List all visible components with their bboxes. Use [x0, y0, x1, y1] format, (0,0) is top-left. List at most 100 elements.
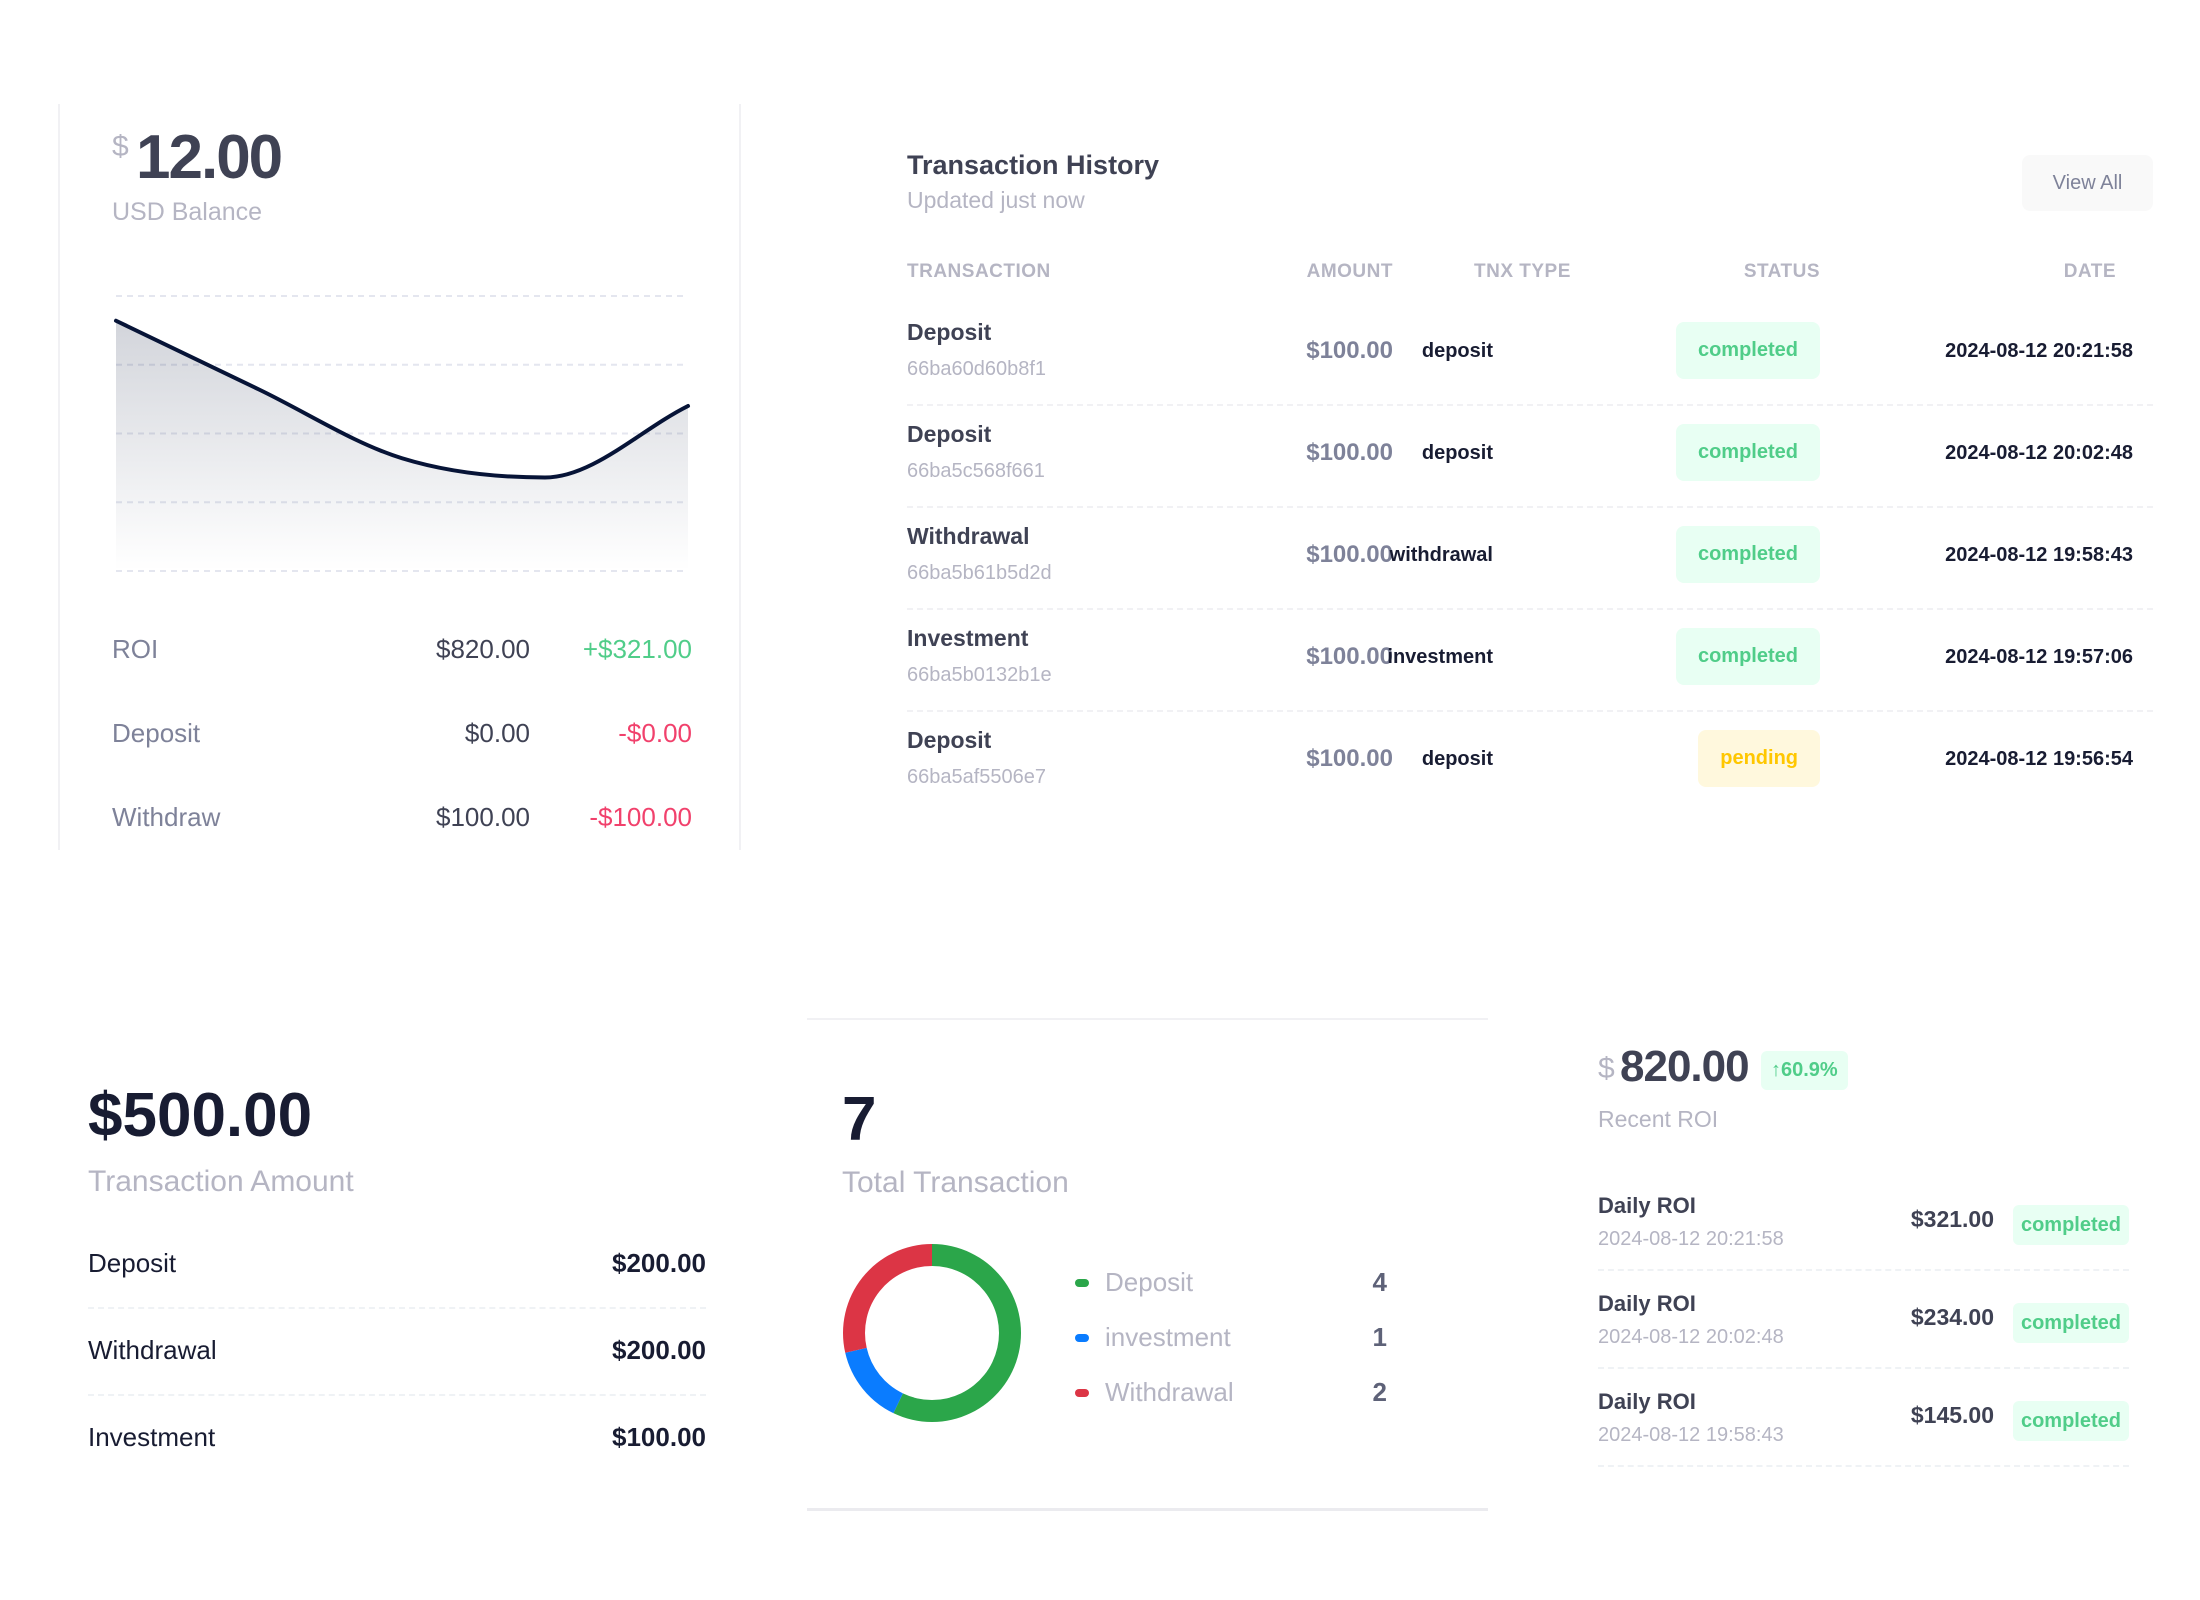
roi-amount: $234.00: [1910, 1304, 1994, 1330]
list-item-value: $200.00: [612, 1248, 706, 1278]
transaction-amount: $100.00: [1306, 439, 1393, 466]
transaction-date: 2024-08-12 19:58:43: [1945, 544, 2133, 566]
donut-slice-investment: [845, 1347, 903, 1414]
arrow-up-icon: ↑: [1771, 1059, 1781, 1081]
list-item-label: Investment: [88, 1422, 216, 1452]
column-header-tnx-type: TNX TYPE: [1474, 261, 1571, 282]
transaction-donut-chart: [843, 1244, 1021, 1422]
status-badge: completed: [2012, 1303, 2129, 1343]
column-header-amount: AMOUNT: [1306, 261, 1393, 282]
roi-title: Daily ROI: [1598, 1193, 1696, 1218]
table-row[interactable]: Deposit 66ba60d60b8f1 $100.00 deposit co…: [907, 304, 2153, 406]
donut-slice-withdrawal: [843, 1244, 932, 1353]
balance-label: USD Balance: [112, 198, 263, 226]
legend-label: Withdrawal: [1105, 1377, 1234, 1407]
roi-date: 2024-08-12 20:02:48: [1598, 1326, 1784, 1348]
roi-change-value: 60.9%: [1781, 1059, 1838, 1081]
transaction-amount-label: Transaction Amount: [88, 1165, 354, 1198]
table-row[interactable]: Investment 66ba5b0132b1e $100.00 investm…: [907, 610, 2153, 712]
transaction-type: deposit: [1421, 340, 1493, 362]
balance-area-chart: [114, 295, 690, 572]
transaction-type: withdrawal: [1389, 544, 1493, 566]
stat-change: -$0.00: [618, 718, 692, 748]
legend-item-deposit: Deposit 4: [1075, 1263, 1387, 1303]
list-item[interactable]: Daily ROI 2024-08-12 19:58:43 $145.00 co…: [1598, 1369, 2129, 1467]
transaction-id: 66ba5b61b5d2d: [907, 562, 1052, 584]
stat-change: -$100.00: [589, 802, 692, 832]
stat-label: ROI: [112, 634, 159, 664]
table-row[interactable]: Withdrawal 66ba5b61b5d2d $100.00 withdra…: [907, 508, 2153, 610]
stat-row-withdraw: Withdraw $100.00 -$100.00: [112, 797, 692, 837]
total-transaction-label: Total Transaction: [842, 1166, 1069, 1199]
roi-change-badge: ↑60.9%: [1761, 1051, 1848, 1090]
status-badge: completed: [2012, 1401, 2129, 1441]
stat-label: Deposit: [112, 718, 201, 748]
stat-value: $820.00: [436, 634, 530, 664]
list-item[interactable]: Daily ROI 2024-08-12 20:02:48 $234.00 co…: [1598, 1271, 2129, 1369]
currency-symbol: $: [1598, 1052, 1615, 1085]
transaction-type: investment: [1387, 646, 1493, 668]
transaction-type: deposit: [1421, 442, 1493, 464]
transaction-type: deposit: [1421, 748, 1493, 770]
transaction-name: Deposit: [907, 727, 992, 753]
legend-dot-icon: [1075, 1389, 1089, 1397]
transaction-id: 66ba60d60b8f1: [907, 358, 1047, 380]
roi-amount: $321.00: [1910, 1206, 1994, 1232]
list-item: Withdrawal $200.00: [88, 1309, 706, 1396]
column-header-transaction: TRANSACTION: [907, 261, 1051, 282]
chart-area-fill: [116, 320, 688, 571]
transaction-amount-total: $500.00: [88, 1081, 313, 1150]
stat-row-deposit: Deposit $0.00 -$0.00: [112, 713, 692, 753]
transaction-name: Withdrawal: [907, 523, 1030, 549]
table-row[interactable]: Deposit 66ba5af5506e7 $100.00 deposit pe…: [907, 712, 2153, 814]
list-item-value: $200.00: [612, 1335, 706, 1365]
transaction-date: 2024-08-12 20:21:58: [1945, 340, 2133, 362]
list-item-value: $100.00: [612, 1422, 706, 1452]
roi-date: 2024-08-12 19:58:43: [1598, 1424, 1784, 1446]
transaction-amount: $100.00: [1306, 745, 1393, 772]
legend-dot-icon: [1075, 1334, 1089, 1342]
column-header-date: DATE: [2063, 261, 2116, 282]
transaction-name: Deposit: [907, 319, 992, 345]
total-transaction-count: 7: [842, 1085, 877, 1154]
legend-label: investment: [1105, 1322, 1231, 1352]
transaction-date: 2024-08-12 19:57:06: [1945, 646, 2133, 668]
transaction-id: 66ba5af5506e7: [907, 766, 1047, 788]
legend-value: 1: [1372, 1322, 1387, 1352]
list-item: Investment $100.00: [88, 1396, 706, 1483]
transaction-date: 2024-08-12 19:56:54: [1945, 748, 2133, 770]
view-all-button[interactable]: View All: [2022, 155, 2153, 211]
list-item-label: Withdrawal: [88, 1335, 217, 1365]
legend-item-withdrawal: Withdrawal 2: [1075, 1373, 1387, 1413]
status-badge: completed: [1675, 424, 1820, 481]
stat-label: Withdraw: [112, 802, 221, 832]
stat-value: $0.00: [464, 718, 530, 748]
transaction-amount: $100.00: [1306, 337, 1393, 364]
stat-value: $100.00: [436, 802, 530, 832]
recent-roi-amount: 820.00: [1620, 1042, 1750, 1091]
status-badge: completed: [1675, 628, 1820, 685]
legend-label: Deposit: [1105, 1267, 1194, 1297]
transaction-history-title: Transaction History: [907, 150, 1160, 180]
transaction-name: Investment: [907, 625, 1029, 651]
stat-row-roi: ROI $820.00 +$321.00: [112, 629, 692, 669]
currency-symbol: $: [112, 130, 129, 163]
list-item[interactable]: Daily ROI 2024-08-12 20:21:58 $321.00 co…: [1598, 1173, 2129, 1271]
transaction-amount: $100.00: [1306, 541, 1393, 568]
donut-slice-deposit: [893, 1244, 1021, 1422]
roi-date: 2024-08-12 20:21:58: [1598, 1228, 1784, 1250]
recent-roi-label: Recent ROI: [1598, 1106, 1719, 1132]
list-item: Deposit $200.00: [88, 1222, 706, 1309]
status-badge: completed: [1675, 322, 1820, 379]
roi-amount: $145.00: [1910, 1402, 1994, 1428]
transaction-id: 66ba5c568f661: [907, 460, 1045, 482]
legend-value: 4: [1372, 1267, 1387, 1297]
table-row[interactable]: Deposit 66ba5c568f661 $100.00 deposit co…: [907, 406, 2153, 508]
transaction-amount-list: Deposit $200.00 Withdrawal $200.00 Inves…: [0, 1222, 800, 1492]
usd-balance-card: $ 12.00 USD Balance ROI $820.00 +$321.00…: [58, 104, 741, 850]
legend-dot-icon: [1075, 1279, 1089, 1287]
column-header-status: STATUS: [1743, 261, 1820, 282]
status-badge: pending: [1698, 730, 1820, 787]
status-badge: completed: [1675, 526, 1820, 583]
transaction-date: 2024-08-12 20:02:48: [1945, 442, 2133, 464]
